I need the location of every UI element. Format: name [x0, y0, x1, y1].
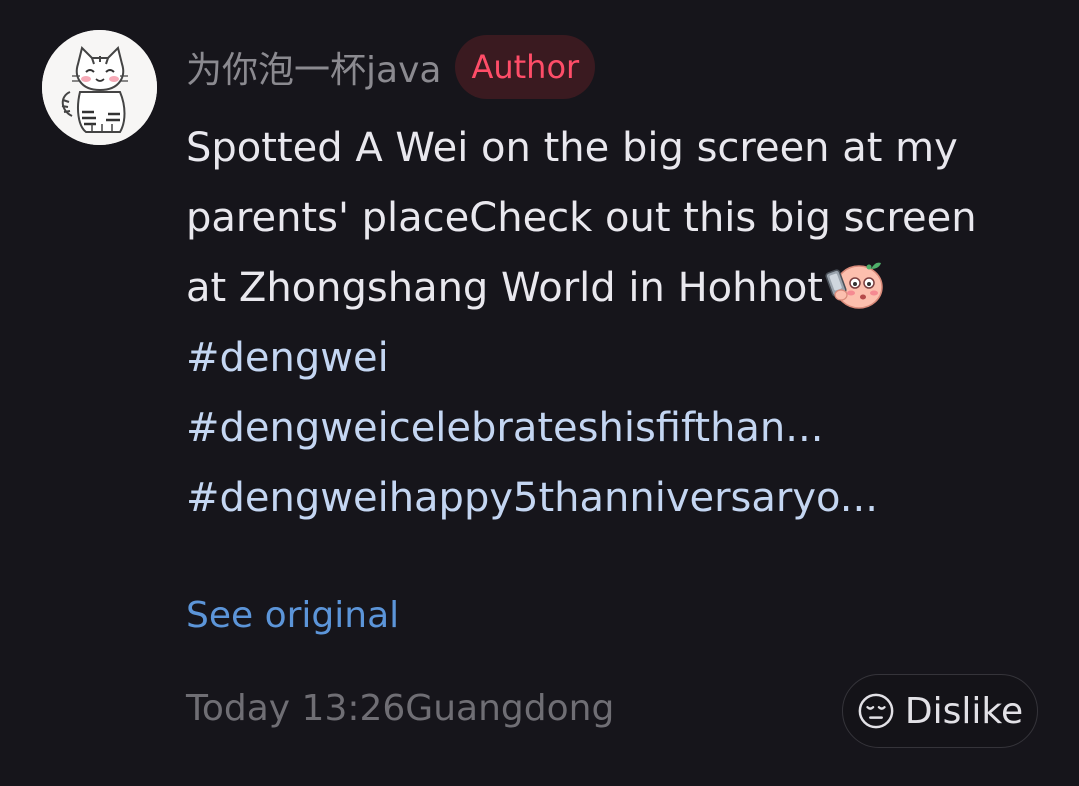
dislike-label: Dislike — [904, 690, 1024, 732]
cat-avatar-icon — [42, 30, 157, 145]
hashtag-link[interactable]: #dengwei — [186, 323, 1046, 393]
hashtag-link[interactable]: #dengweihappy5thanniversaryo... — [186, 463, 1046, 533]
timestamp-location: Today 13:26Guangdong — [186, 688, 615, 729]
avatar[interactable] — [42, 30, 157, 145]
dislike-button[interactable]: Dislike — [842, 674, 1038, 748]
meh-face-icon — [858, 693, 894, 729]
comment-text[interactable]: Spotted A Wei on the big screen at my pa… — [186, 113, 1046, 533]
see-original-link[interactable]: See original — [186, 595, 399, 636]
comment-text-line-with-emoji: at Zhongshang World in Hohhot — [186, 253, 1046, 323]
comment-text-line: parents' placeCheck out this big screen — [186, 195, 977, 241]
phone-selfie-emoji-icon — [825, 262, 883, 309]
comment-text-line: Spotted A Wei on the big screen at my — [186, 125, 958, 171]
author-badge: Author — [455, 35, 596, 99]
hashtag-link[interactable]: #dengweicelebrateshisfifthan... — [186, 393, 1046, 463]
comment-text-line: at Zhongshang World in Hohhot — [186, 265, 823, 311]
comment-header: 为你泡一杯java Author — [186, 34, 596, 100]
username[interactable]: 为你泡一杯java — [186, 41, 441, 93]
